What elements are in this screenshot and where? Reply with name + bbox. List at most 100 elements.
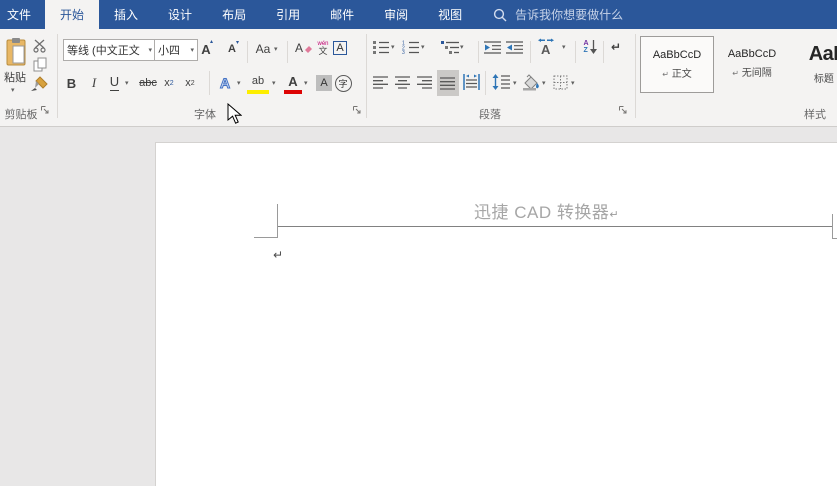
tab-layout[interactable]: 布局	[207, 0, 261, 29]
text-effects-button[interactable]: A	[215, 73, 235, 93]
svg-text:A: A	[541, 42, 551, 56]
style-normal[interactable]: AaBbCcD ↵ 正文	[640, 36, 714, 93]
asian-layout-button[interactable]: A	[536, 37, 560, 57]
cut-button[interactable]	[31, 38, 49, 54]
borders-dropdown-icon[interactable]: ▾	[571, 80, 575, 87]
multilevel-dropdown-icon[interactable]: ▾	[460, 44, 464, 51]
change-case-button[interactable]: Aa	[253, 40, 273, 58]
borders-icon	[553, 75, 567, 89]
clipboard-group-label: 剪贴板	[4, 109, 38, 121]
style-return-mark: ↵	[732, 69, 739, 78]
multilevel-list-icon	[440, 41, 459, 54]
character-border-button[interactable]: A	[331, 39, 349, 57]
distribute-button[interactable]	[461, 72, 481, 92]
style-no-spacing-preview: AaBbCcD	[727, 48, 777, 60]
style-heading1[interactable]: AaB 标题 1	[792, 36, 837, 91]
align-left-button[interactable]	[372, 73, 390, 91]
sort-a-label: A	[583, 40, 589, 47]
decrease-indent-button[interactable]	[483, 39, 502, 55]
font-color-dropdown-icon[interactable]: ▾	[304, 80, 308, 87]
tab-home[interactable]: 开始	[45, 0, 100, 29]
left-margin-mark	[277, 204, 278, 238]
multilevel-list-button[interactable]	[440, 39, 459, 55]
underline-button[interactable]: U	[106, 73, 123, 93]
numbering-dropdown-icon[interactable]: ▾	[421, 44, 425, 51]
shading-dropdown-icon[interactable]: ▾	[542, 80, 546, 87]
character-shading-button[interactable]: A	[315, 74, 333, 92]
right-margin-corner-mark	[832, 238, 837, 239]
paste-dropdown-icon[interactable]: ▾	[11, 87, 15, 94]
document-page[interactable]: 迅捷 CAD 转换器↵ ↵	[155, 142, 837, 486]
line-spacing-dropdown-icon[interactable]: ▾	[513, 80, 517, 87]
numbering-button[interactable]: 123	[401, 39, 419, 55]
bold-button[interactable]: B	[63, 73, 80, 93]
tab-insert[interactable]: 插入	[99, 0, 153, 29]
align-center-button[interactable]	[394, 73, 412, 91]
show-marks-button[interactable]: ↵	[608, 38, 624, 56]
svg-text:3: 3	[402, 50, 405, 54]
font-name-combo[interactable]: 等线 (中文正文 ▾	[63, 39, 156, 61]
tell-me-search[interactable]: 告诉我你想要做什么	[493, 0, 623, 29]
sort-button[interactable]: A Z	[580, 38, 600, 56]
italic-button[interactable]: I	[87, 73, 101, 93]
highlight-button[interactable]: ab	[246, 72, 270, 94]
numbering-icon: 123	[402, 41, 419, 54]
paragraph-dialog-launcher-icon[interactable]	[618, 105, 628, 115]
header-underline	[277, 226, 832, 227]
style-normal-name: 正文	[671, 69, 692, 80]
highlight-dropdown-icon[interactable]: ▾	[272, 80, 276, 87]
left-margin-corner-mark	[254, 237, 277, 238]
font-size-combo[interactable]: 小四 ▾	[154, 39, 198, 61]
tab-design[interactable]: 设计	[153, 0, 207, 29]
font-name-dropdown-icon[interactable]: ▾	[148, 47, 152, 54]
bullets-icon	[373, 41, 389, 54]
highlight-label: ab	[251, 75, 265, 87]
ribbon-tab-bar: 文件 开始 插入 设计 布局 引用 邮件 审阅 视图 告诉我你想要做什么	[0, 0, 837, 29]
strikethrough-button[interactable]: abc	[136, 73, 160, 93]
tab-view[interactable]: 视图	[423, 0, 477, 29]
justify-button[interactable]	[437, 70, 459, 96]
asian-layout-dropdown-icon[interactable]: ▾	[562, 44, 566, 51]
clipboard-dialog-launcher-icon[interactable]	[40, 105, 50, 115]
phonetic-guide-button[interactable]: wén 文	[316, 38, 330, 58]
style-no-spacing[interactable]: AaBbCcD ↵ 无间隔	[716, 36, 788, 91]
font-color-button[interactable]: A	[283, 72, 303, 94]
bullets-dropdown-icon[interactable]: ▾	[391, 44, 395, 51]
styles-group-label: 样式	[804, 109, 826, 121]
format-painter-button[interactable]	[28, 75, 50, 93]
paste-button[interactable]	[3, 36, 29, 68]
eraser-icon	[305, 45, 312, 53]
tab-references[interactable]: 引用	[261, 0, 315, 29]
cut-icon	[32, 39, 46, 53]
align-right-button[interactable]	[416, 73, 434, 91]
word-window: 文件 开始 插入 设计 布局 引用 邮件 审阅 视图 告诉我你想要做什么 粘贴 …	[0, 0, 837, 486]
enclose-characters-button[interactable]: 字	[334, 74, 352, 92]
align-left-icon	[373, 75, 388, 89]
header-title[interactable]: 迅捷 CAD 转换器↵	[474, 198, 619, 223]
paste-label[interactable]: 粘贴	[0, 70, 30, 84]
superscript-button[interactable]: x2	[181, 73, 199, 93]
document-area[interactable]: 迅捷 CAD 转换器↵ ↵	[0, 127, 837, 486]
copy-icon	[33, 57, 47, 71]
increase-indent-button[interactable]	[505, 39, 524, 55]
style-no-spacing-name: 无间隔	[741, 68, 772, 79]
underline-label: U	[109, 74, 120, 91]
clear-formatting-button[interactable]: A	[293, 39, 315, 57]
bullets-button[interactable]	[372, 39, 390, 55]
shading-button[interactable]	[521, 72, 541, 92]
subscript-button[interactable]: x2	[160, 73, 178, 93]
change-case-dropdown-icon[interactable]: ▾	[274, 46, 278, 53]
borders-button[interactable]	[551, 73, 569, 91]
text-effects-dropdown-icon[interactable]: ▾	[237, 80, 241, 87]
underline-dropdown-icon[interactable]: ▾	[125, 80, 129, 87]
tab-mailings[interactable]: 邮件	[315, 0, 369, 29]
copy-button[interactable]	[31, 56, 49, 72]
font-size-dropdown-icon[interactable]: ▾	[190, 47, 194, 54]
font-dialog-launcher-icon[interactable]	[352, 105, 362, 115]
tab-review[interactable]: 审阅	[369, 0, 423, 29]
sort-arrow-icon	[589, 39, 597, 54]
tab-file[interactable]: 文件	[0, 0, 45, 29]
shading-bucket-icon	[522, 73, 539, 90]
right-margin-mark	[832, 214, 833, 239]
line-spacing-button[interactable]	[491, 72, 511, 92]
